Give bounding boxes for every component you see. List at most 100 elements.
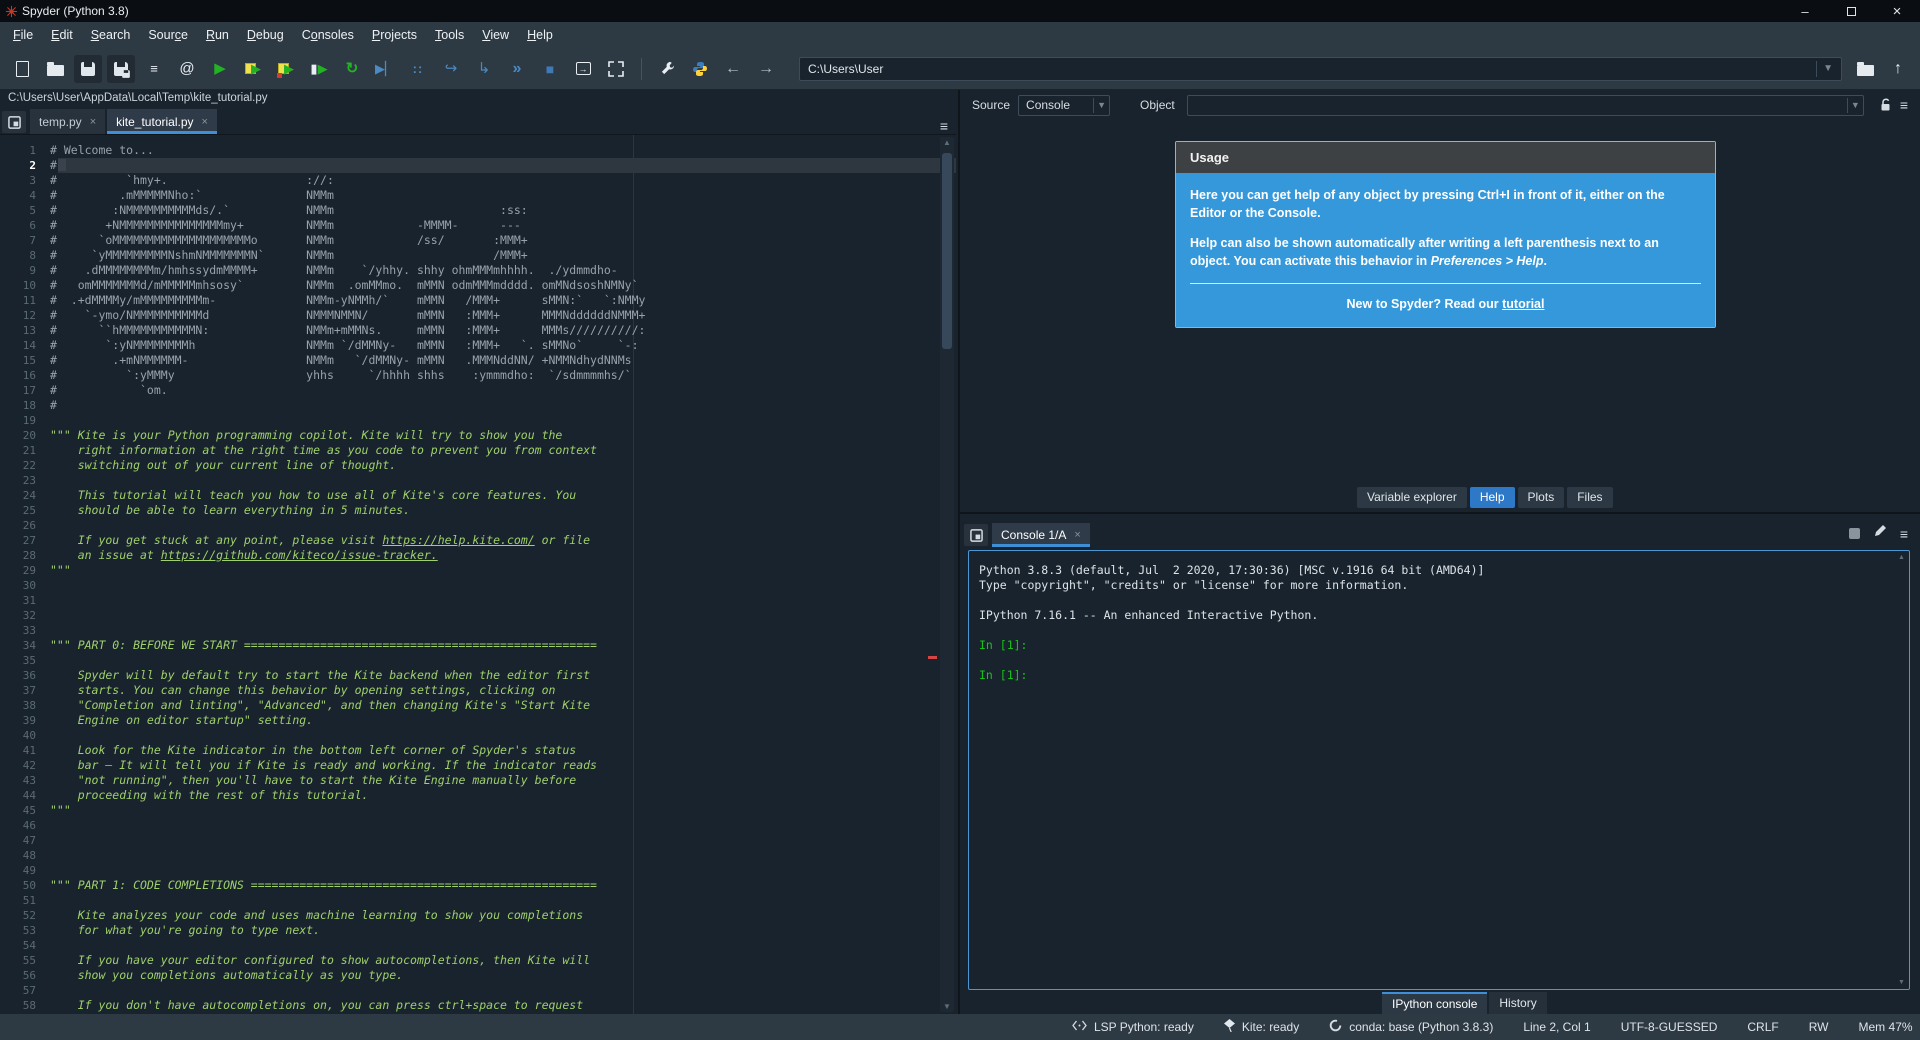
code-line: 27 If you get stuck at any point, please… [0, 533, 956, 548]
usage-text: Here you can get help of any object by p… [1190, 188, 1478, 202]
stop-debug-icon[interactable]: ■ [536, 55, 564, 83]
scroll-up-icon[interactable]: ▲ [1896, 554, 1907, 561]
editor-tabbar: temp.py×kite_tutorial.py× ≡ [0, 107, 956, 135]
clear-console-icon[interactable] [1873, 524, 1887, 543]
tutorial-link[interactable]: tutorial [1502, 297, 1544, 311]
tab-history[interactable]: History [1489, 992, 1546, 1014]
code-line: 45""" [0, 803, 956, 818]
save-all-icon[interactable] [107, 55, 135, 83]
code-text: """ [50, 803, 71, 817]
source-label: Source [972, 98, 1010, 112]
browse-tabs-icon[interactable] [964, 524, 988, 546]
code-line: 5# :NMMMMMMMMMMds/.` NMMm :ss: [0, 203, 956, 218]
menu-source[interactable]: Source [139, 24, 197, 46]
close-icon[interactable]: × [202, 116, 208, 128]
console-tab-label: Console 1/A [1001, 528, 1066, 542]
code-text: bar — It will tell you if Kite is ready … [50, 758, 597, 772]
code-line: 50""" PART 1: CODE COMPLETIONS =========… [0, 878, 956, 893]
continue-execution-icon[interactable]: » [503, 55, 531, 83]
code-line: 6# +NMMMMMMMMMMMMMMMmy+ NMMm -MMMM- --- [0, 218, 956, 233]
menu-consoles[interactable]: Consoles [293, 24, 363, 46]
object-input[interactable]: ▼ [1187, 95, 1864, 116]
console-output-line: Python 3.8.3 (default, Jul 2 2020, 17:30… [979, 563, 1899, 578]
tab-ipython-console[interactable]: IPython console [1382, 992, 1487, 1014]
menu-projects[interactable]: Projects [363, 24, 426, 46]
tab-files[interactable]: Files [1567, 487, 1612, 508]
maximize-pane-icon[interactable]: → [569, 55, 597, 83]
scroll-down-icon[interactable]: ▼ [940, 1002, 954, 1011]
code-line: 35 [0, 653, 956, 668]
scrollbar-thumb[interactable] [942, 153, 952, 349]
code-line: 33 [0, 623, 956, 638]
line-number: 36 [0, 668, 50, 683]
outline-explorer-icon[interactable]: ≡ [140, 55, 168, 83]
conda-icon [1329, 1019, 1342, 1035]
menu-run[interactable]: Run [197, 24, 238, 46]
menu-view[interactable]: View [473, 24, 518, 46]
source-combo[interactable]: Console ▼ [1018, 95, 1110, 116]
run-selection-icon[interactable]: ▮▶ [305, 55, 333, 83]
menu-tools[interactable]: Tools [426, 24, 473, 46]
code-line: 53 for what you're going to type next. [0, 923, 956, 938]
new-file-icon[interactable] [8, 55, 36, 83]
code-line: 46 [0, 818, 956, 833]
code-link[interactable]: https://github.com/kiteco/issue-tracker. [161, 548, 438, 562]
run-cell-advance-icon[interactable]: ▶ [272, 55, 300, 83]
line-number: 34 [0, 638, 50, 653]
console-scrollbar[interactable]: ▲ ▼ [1896, 553, 1907, 987]
tab-plots[interactable]: Plots [1518, 487, 1565, 508]
back-icon[interactable]: ← [719, 55, 747, 83]
menu-help[interactable]: Help [518, 24, 562, 46]
editor-options-icon[interactable]: ≡ [940, 118, 948, 134]
scroll-up-icon[interactable]: ▲ [940, 138, 954, 147]
help-options-icon[interactable]: ≡ [1900, 97, 1908, 113]
tab-help[interactable]: Help [1470, 487, 1515, 508]
debug-file-icon[interactable]: ▶▏ [371, 55, 399, 83]
open-file-icon[interactable] [41, 55, 69, 83]
editor-tab-kite_tutorial-py[interactable]: kite_tutorial.py× [107, 109, 217, 134]
menu-debug[interactable]: Debug [238, 24, 293, 46]
fullscreen-icon[interactable] [602, 55, 630, 83]
working-directory-combo[interactable]: C:\Users\User▼ [799, 57, 1842, 81]
step-into-icon[interactable]: ↳ [470, 55, 498, 83]
console-output-line [979, 593, 1899, 608]
usage-title: Usage [1176, 142, 1715, 173]
close-icon[interactable]: × [1074, 529, 1080, 541]
chevron-down-icon[interactable]: ▼ [1816, 61, 1833, 77]
preferences-icon[interactable] [653, 55, 681, 83]
forward-icon[interactable]: → [752, 55, 780, 83]
code-editor[interactable]: ▲ ▼ 1# Welcome to...2#3# `hmy+. ://:4# .… [0, 135, 956, 1014]
code-link[interactable]: https://help.kite.com/ [382, 533, 534, 547]
editor-scrollbar[interactable]: ▲ ▼ [940, 137, 954, 1012]
close-icon[interactable]: × [90, 116, 96, 128]
editor-tab-temp-py[interactable]: temp.py × [30, 109, 105, 134]
python-env-icon[interactable] [686, 55, 714, 83]
menu-edit[interactable]: Edit [42, 24, 82, 46]
console-options-icon[interactable]: ≡ [1900, 526, 1908, 542]
code-text: Kite analyzes your code and uses machine… [50, 908, 583, 922]
run-cell-icon[interactable]: ▶ [239, 55, 267, 83]
code-text: This tutorial will teach you how to use … [50, 488, 576, 502]
browse-tabs-icon[interactable] [2, 111, 26, 133]
lock-icon[interactable] [1880, 98, 1892, 112]
tab-variable-explorer[interactable]: Variable explorer [1357, 487, 1467, 508]
parent-directory-icon[interactable]: ↑ [1884, 55, 1912, 83]
scroll-down-icon[interactable]: ▼ [1896, 979, 1907, 986]
find-symbols-icon[interactable]: @ [173, 55, 201, 83]
console-tab[interactable]: Console 1/A × [992, 523, 1090, 547]
save-icon[interactable] [74, 55, 102, 83]
interrupt-kernel-icon[interactable] [1849, 528, 1860, 539]
menu-file[interactable]: File [4, 24, 42, 46]
rerun-cell-icon[interactable]: ↻ [338, 55, 366, 83]
code-text: # omMMMMMMMd/mMMMMMmhsosy` NMMm .omMMmo.… [50, 278, 639, 292]
maximize-button[interactable] [1828, 0, 1874, 22]
menu-search[interactable]: Search [82, 24, 140, 46]
ipython-console[interactable]: ▲ ▼ Python 3.8.3 (default, Jul 2 2020, 1… [968, 550, 1910, 990]
close-button[interactable]: × [1874, 0, 1920, 22]
run-file-icon[interactable]: ▶ [206, 55, 234, 83]
step-over-icon[interactable]: ↪ [437, 55, 465, 83]
editor-tab-label: temp.py [39, 115, 82, 129]
debug-cell-icon[interactable]: :: [404, 55, 432, 83]
minimize-button[interactable]: – [1782, 0, 1828, 22]
browse-working-directory-icon[interactable] [1851, 55, 1879, 83]
